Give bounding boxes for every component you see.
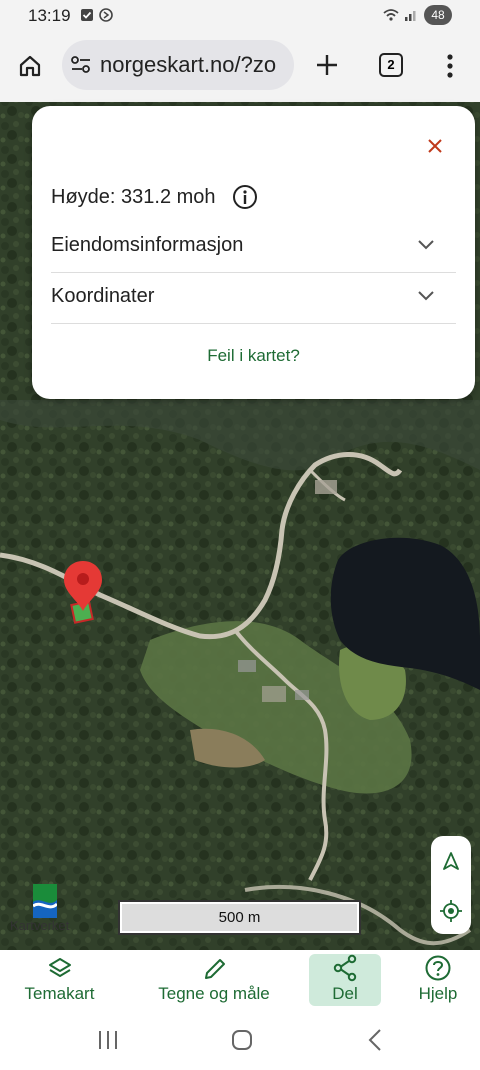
nav-label: Tegne og måle [158, 984, 270, 1003]
kartverket-logo-icon [33, 884, 57, 918]
bottom-navigation: Temakart Tegne og måle Del Hjelp [0, 950, 480, 1008]
browser-toolbar: norgeskart.no/?zo 2 [0, 30, 480, 102]
nav-temakart[interactable]: Temakart [12, 954, 107, 1006]
wifi-signal-icon [383, 9, 416, 21]
logo-text: Kartverket [10, 918, 70, 933]
nav-tegne-og-male[interactable]: Tegne og måle [148, 954, 280, 1006]
nav-label: Del [332, 984, 358, 1003]
url-text: norgeskart.no/?zo [100, 52, 277, 77]
battery-indicator: 48 [424, 5, 452, 25]
status-bar: 13:19 48 [0, 0, 480, 30]
coordinates-accordion[interactable]: Koordinater [51, 273, 456, 324]
help-icon [425, 955, 451, 981]
home-button-icon[interactable] [231, 1029, 253, 1051]
property-info-accordion[interactable]: Eiendomsinformasjon [51, 222, 456, 273]
nav-label: Hjelp [418, 984, 458, 1003]
share-icon [333, 954, 357, 982]
my-location-icon[interactable] [440, 900, 462, 922]
coordinates-label: Koordinater [51, 285, 155, 307]
system-navigation-bar [0, 1008, 480, 1070]
back-icon[interactable] [368, 1029, 382, 1051]
chevron-down-icon [418, 291, 434, 301]
home-icon[interactable] [18, 54, 42, 78]
site-settings-icon[interactable] [70, 55, 92, 75]
elevation-text: Høyde: 331.2 moh [51, 186, 216, 208]
nav-del[interactable]: Del [309, 954, 381, 1006]
new-tab-icon[interactable] [316, 54, 338, 76]
circle-notification-icon [99, 8, 113, 22]
kartverket-logo: Kartverket [10, 884, 82, 936]
address-bar[interactable]: norgeskart.no/?zo [62, 40, 294, 90]
pencil-icon [205, 959, 225, 979]
scale-bar: 500 m [118, 900, 361, 935]
info-popup: Høyde: 331.2 moh Eiendomsinformasjon Koo… [32, 106, 475, 399]
nav-label: Temakart [24, 984, 95, 1003]
recent-apps-icon[interactable] [97, 1030, 119, 1050]
status-time: 13:19 [28, 6, 71, 25]
layers-icon [48, 958, 71, 977]
location-marker-icon[interactable] [62, 559, 104, 627]
more-options-icon[interactable] [446, 54, 454, 78]
report-error-link[interactable]: Feil i kartet? [32, 346, 475, 366]
map-controls [431, 836, 471, 934]
checkbox-notification-icon [81, 9, 93, 21]
nav-hjelp[interactable]: Hjelp [403, 954, 473, 1006]
property-info-label: Eiendomsinformasjon [51, 234, 244, 256]
info-icon[interactable] [232, 184, 258, 210]
chevron-down-icon [418, 240, 434, 250]
tab-switcher-button[interactable]: 2 [379, 53, 403, 77]
close-icon[interactable] [425, 136, 445, 156]
compass-north-icon[interactable] [443, 852, 459, 870]
